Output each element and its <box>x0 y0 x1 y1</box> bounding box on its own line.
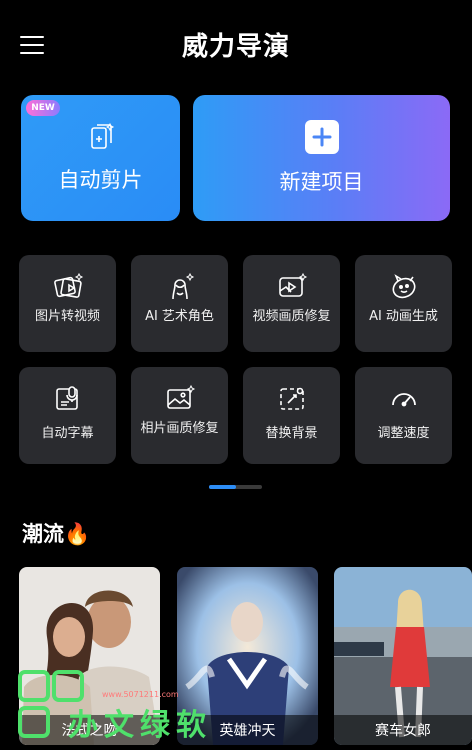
tool-video-enhance[interactable]: 视频画质修复 <box>243 255 340 352</box>
photo-enhance-icon <box>166 384 195 409</box>
tool-auto-caption[interactable]: 自动字幕 <box>19 367 116 464</box>
tool-photo-enhance[interactable]: 相片画质修复 <box>131 367 228 464</box>
tool-label: 调整速度 <box>377 426 430 441</box>
page-title: 威力导演 <box>181 32 290 62</box>
photo-to-video-icon <box>53 272 83 298</box>
tool-label: 视频画质修复 <box>252 309 331 324</box>
tool-photo-to-video[interactable]: 图片转视频 <box>19 255 116 352</box>
trend-section-title: 潮流🔥 <box>22 522 91 546</box>
page-indicator <box>209 485 262 489</box>
plus-icon <box>304 120 339 154</box>
tool-ai-animation[interactable]: AI 动画生成 <box>355 255 452 352</box>
trend-label: 赛车女郎 <box>334 715 472 745</box>
tool-label: AI 艺术角色 <box>145 309 214 324</box>
tool-label: 自动字幕 <box>41 426 94 441</box>
new-badge: NEW <box>26 100 60 116</box>
tool-speed[interactable]: 调整速度 <box>355 367 452 464</box>
app-header: 威力导演 <box>0 0 472 90</box>
replace-background-icon <box>279 387 304 410</box>
auto-cut-icon <box>90 122 114 149</box>
tool-label: 相片画质修复 <box>140 421 219 436</box>
tool-label: 图片转视频 <box>34 309 100 324</box>
trend-card-race-girl[interactable]: 赛车女郎 <box>334 567 472 745</box>
tool-label: 替换背景 <box>265 426 318 441</box>
watermark: www.5071211.com 办文绿软 <box>16 668 236 743</box>
new-project-label: 新建项目 <box>279 170 364 194</box>
speed-icon <box>391 393 416 407</box>
tool-replace-background[interactable]: 替换背景 <box>243 367 340 464</box>
watermark-url: www.5071211.com <box>102 690 179 699</box>
auto-cut-label: 自动剪片 <box>58 168 143 192</box>
auto-caption-icon <box>55 386 78 410</box>
ai-art-character-icon <box>171 272 194 300</box>
new-project-button[interactable]: 新建项目 <box>193 95 450 221</box>
page-indicator-active <box>209 485 236 489</box>
video-enhance-icon <box>278 272 307 297</box>
ai-animation-icon <box>392 274 415 299</box>
tool-ai-art-character[interactable]: AI 艺术角色 <box>131 255 228 352</box>
watermark-text: 办文绿软 <box>68 708 212 743</box>
tool-label: AI 动画生成 <box>369 309 438 324</box>
